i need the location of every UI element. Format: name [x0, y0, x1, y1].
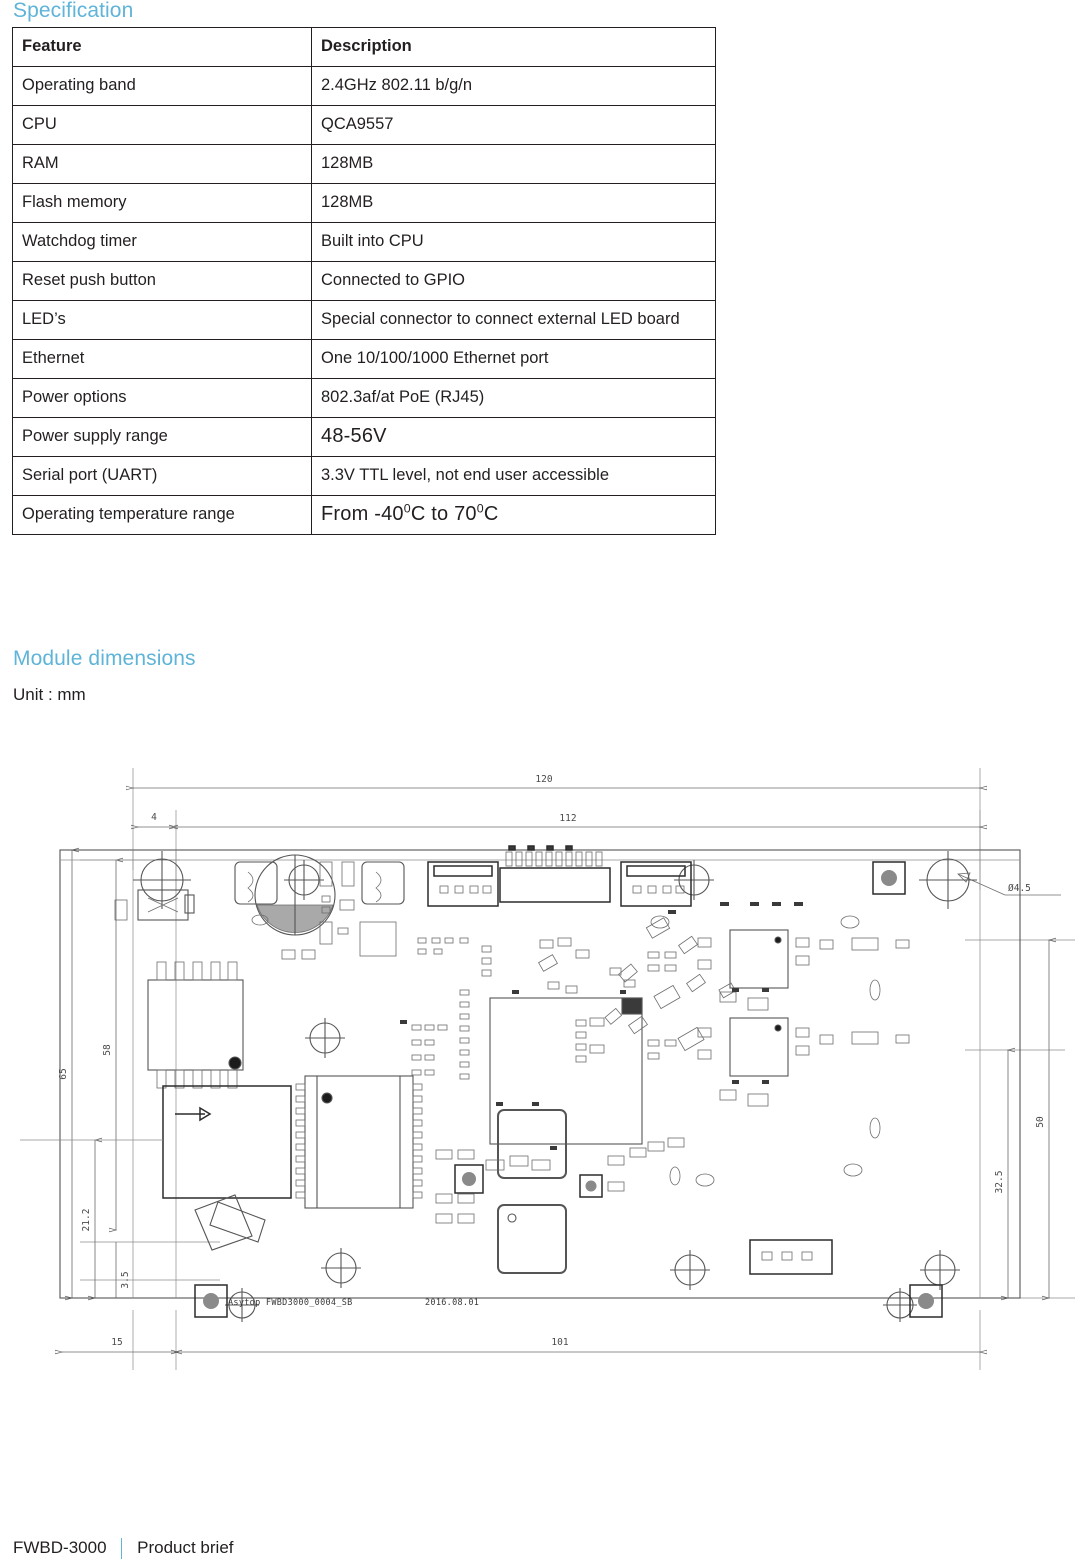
cell-feature: Flash memory [12, 183, 312, 223]
module-dimension-drawing: .ln { stroke:#6d6d6d; stroke-width:.8; f… [20, 750, 1081, 1400]
footer-doc-type: Product brief [137, 1538, 234, 1557]
connector-ffc-center [499, 845, 611, 903]
cell-description: 802.3af/at PoE (RJ45) [311, 378, 716, 418]
table-row: Serial port (UART) 3.3V TTL level, not e… [12, 456, 716, 496]
drawing-title-text: Asytop FWBD3000_0004_SB [228, 1298, 353, 1308]
dimension-bottom-left: 15 [62, 1337, 175, 1352]
cell-feature: Power supply range [12, 417, 312, 457]
smd-passives [114, 861, 910, 1224]
cell-description: Connected to GPIO [311, 261, 716, 301]
table-header-row: Feature Description [12, 27, 716, 67]
dimension-value-101: 101 [551, 1337, 568, 1348]
component-flash-module [295, 1075, 423, 1209]
cell-description: 3.3V TTL level, not end user accessible [311, 456, 716, 496]
dimension-left-small: 3.5 [115, 1242, 131, 1298]
table-row: Reset push button Connected to GPIO [12, 261, 716, 301]
dimension-value-21-2: 21.2 [81, 1209, 92, 1232]
dimension-value-4: 4 [151, 812, 157, 823]
table-row: Ethernet One 10/100/1000 Ethernet port [12, 339, 716, 379]
dimension-value-50: 50 [1035, 1116, 1046, 1128]
dimension-left-mid: 21.2 [81, 1140, 95, 1298]
dimension-value-120: 120 [535, 774, 552, 785]
specification-table: Feature Description Operating band 2.4GH… [12, 27, 716, 535]
column-header-feature: Feature [12, 27, 312, 67]
table-row: LED’s Special connector to connect exter… [12, 300, 716, 340]
dimension-value-112: 112 [559, 813, 576, 824]
dimension-right-overall: 50 [1035, 940, 1049, 1298]
table-row: Power supply range 48-56V [12, 417, 716, 457]
dimension-left-inner: 58 [102, 860, 116, 1230]
table-row: Operating band 2.4GHz 802.11 b/g/n [12, 66, 716, 106]
table-row: CPU QCA9557 [12, 105, 716, 145]
cell-description: Special connector to connect external LE… [311, 300, 716, 340]
unit-label: Unit : mm [13, 685, 86, 704]
component-qfn-right-bottom [729, 1017, 789, 1077]
dimension-right-mid: 32.5 [994, 1050, 1008, 1298]
component-inductor-right [361, 861, 405, 905]
table-row: Power options 802.3af/at PoE (RJ45) [12, 378, 716, 418]
cell-description: From -400C to 700C [311, 495, 716, 535]
cell-description: Built into CPU [311, 222, 716, 262]
dimension-top-offset: 4 [138, 812, 171, 827]
dimension-value-32-5: 32.5 [994, 1171, 1005, 1194]
dimension-value-diameter: Ø4.5 [1008, 883, 1031, 894]
cell-feature: Operating temperature range [12, 495, 312, 535]
dimension-value-15: 15 [111, 1337, 122, 1348]
dimension-value-3-5: 3.5 [120, 1271, 131, 1288]
cell-description: 128MB [311, 144, 716, 184]
witness-lines [60, 768, 1075, 1370]
cell-feature: Serial port (UART) [12, 456, 312, 496]
cell-feature: Power options [12, 378, 312, 418]
cell-feature: CPU [12, 105, 312, 145]
component-inductor-left [234, 861, 278, 905]
table-row: Watchdog timer Built into CPU [12, 222, 716, 262]
drawing-date-text: 2016.08.01 [425, 1298, 479, 1308]
connector-bottom-right [749, 1239, 833, 1275]
cell-description: 48-56V [311, 417, 716, 457]
cell-feature: Ethernet [12, 339, 312, 379]
dimension-bottom-main: 101 [178, 1337, 980, 1352]
table-row: Flash memory 128MB [12, 183, 716, 223]
cell-feature: Watchdog timer [12, 222, 312, 262]
component-bga-lower-left [497, 1204, 567, 1274]
connector-top-left [427, 861, 499, 907]
section-title-module-dimensions: Module dimensions [13, 647, 196, 670]
page-title-specification: Specification [13, 0, 134, 22]
table-row: Operating temperature range From -400C t… [12, 495, 716, 535]
cell-feature: Reset push button [12, 261, 312, 301]
column-header-description: Description [311, 27, 716, 67]
pcb-dimension-svg: .ln { stroke:#6d6d6d; stroke-width:.8; f… [20, 768, 1075, 1370]
page-footer: FWBD-3000 Product brief [13, 1536, 234, 1560]
dimension-value-58: 58 [102, 1044, 113, 1056]
cell-description: 2.4GHz 802.11 b/g/n [311, 66, 716, 106]
dimension-top-inner: 112 [176, 813, 980, 827]
footer-model: FWBD-3000 [13, 1538, 107, 1557]
cell-feature: RAM [12, 144, 312, 184]
dimension-top-overall: 120 [133, 774, 980, 788]
component-shield-bottom-left [20, 1085, 292, 1199]
cell-description: QCA9557 [311, 105, 716, 145]
cell-description: 128MB [311, 183, 716, 223]
connector-top-right [620, 861, 692, 907]
cell-feature: LED’s [12, 300, 312, 340]
cell-feature: Operating band [12, 66, 312, 106]
component-qfn-right-top [729, 929, 789, 989]
cell-description: One 10/100/1000 Ethernet port [311, 339, 716, 379]
table-row: RAM 128MB [12, 144, 716, 184]
component-soic-left [147, 961, 244, 1089]
